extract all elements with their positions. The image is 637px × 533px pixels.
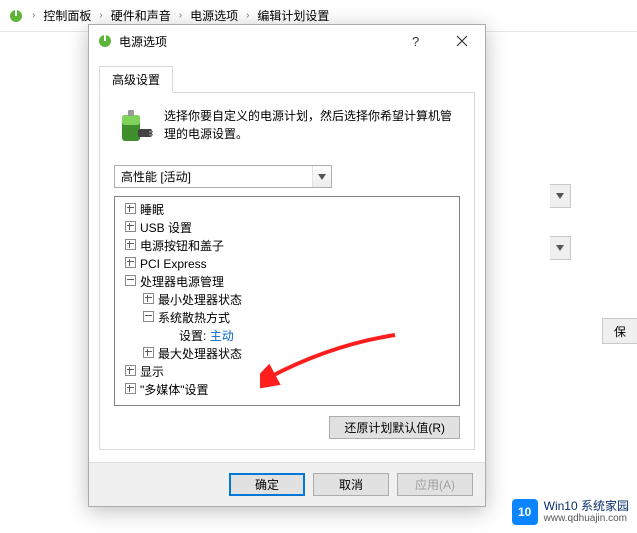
tree-node-usb[interactable]: USB 设置	[117, 219, 457, 237]
power-options-icon	[97, 33, 113, 49]
battery-plug-icon	[114, 107, 154, 147]
watermark-logo-icon: 10	[512, 499, 538, 525]
watermark: 10 Win10 系统家园 www.qdhuajin.com	[512, 499, 629, 525]
help-button[interactable]: ?	[393, 26, 439, 56]
breadcrumb-item[interactable]: 控制面板	[43, 7, 91, 24]
intro-row: 选择你要自定义的电源计划，然后选择你希望计算机管理的电源设置。	[114, 107, 460, 147]
tab-header: 高级设置	[99, 65, 475, 93]
collapse-icon[interactable]	[143, 311, 154, 322]
tree-node-display[interactable]: 显示	[117, 363, 457, 381]
chevron-right-icon: ›	[95, 10, 106, 21]
tree-node-min-state[interactable]: 最小处理器状态	[117, 291, 457, 309]
settings-tree[interactable]: 睡眠 USB 设置 电源按钮和盖子 PCI Express 处理器电源管理 最小…	[114, 196, 460, 406]
dialog-buttons: 确定 取消 应用(A)	[89, 462, 485, 506]
watermark-url: www.qdhuajin.com	[544, 513, 629, 524]
expand-icon[interactable]	[125, 203, 136, 214]
tab-advanced-settings[interactable]: 高级设置	[99, 66, 173, 93]
dialog-titlebar: 电源选项 ?	[89, 25, 485, 57]
chevron-right-icon: ›	[175, 10, 186, 21]
chevron-right-icon: ›	[242, 10, 253, 21]
expand-icon[interactable]	[125, 365, 136, 376]
expand-icon[interactable]	[125, 383, 136, 394]
expand-icon[interactable]	[143, 293, 154, 304]
tree-node-cooling-setting[interactable]: 设置: 主动	[117, 327, 457, 345]
expand-icon[interactable]	[125, 239, 136, 250]
cooling-setting-value[interactable]: 主动	[210, 329, 234, 343]
watermark-title: Win10 系统家园	[544, 500, 629, 513]
tree-node-max-state[interactable]: 最大处理器状态	[117, 345, 457, 363]
svg-text:?: ?	[412, 35, 419, 47]
tree-node-power-button[interactable]: 电源按钮和盖子	[117, 237, 457, 255]
chevron-down-icon	[312, 166, 331, 187]
power-plan-combo-value: 高性能 [活动]	[115, 168, 312, 185]
power-plan-icon	[8, 8, 24, 24]
ok-button[interactable]: 确定	[229, 473, 305, 496]
tree-node-cooling[interactable]: 系统散热方式	[117, 309, 457, 327]
dialog-title: 电源选项	[119, 33, 393, 50]
expand-icon[interactable]	[143, 347, 154, 358]
tree-node-pci[interactable]: PCI Express	[117, 255, 457, 273]
restore-defaults-button[interactable]: 还原计划默认值(R)	[329, 416, 460, 439]
tab-page: 选择你要自定义的电源计划，然后选择你希望计算机管理的电源设置。 高性能 [活动]…	[99, 93, 475, 450]
tree-node-multimedia[interactable]: "多媒体"设置	[117, 381, 457, 399]
breadcrumb-item[interactable]: 电源选项	[190, 7, 238, 24]
breadcrumb-item[interactable]: 编辑计划设置	[257, 7, 329, 24]
bg-dropdown-caret[interactable]	[550, 184, 571, 208]
intro-text: 选择你要自定义的电源计划，然后选择你希望计算机管理的电源设置。	[164, 107, 460, 147]
power-plan-combo[interactable]: 高性能 [活动]	[114, 165, 332, 188]
power-options-dialog: 电源选项 ? 高级设置 选择你要自定义的电源计划，然后选择你希望计算机管理的电源…	[88, 24, 486, 507]
close-button[interactable]	[439, 26, 485, 56]
cancel-button[interactable]: 取消	[313, 473, 389, 496]
apply-button[interactable]: 应用(A)	[397, 473, 473, 496]
expand-icon[interactable]	[125, 221, 136, 232]
tree-node-sleep[interactable]: 睡眠	[117, 201, 457, 219]
bg-dropdown-caret[interactable]	[550, 236, 571, 260]
breadcrumb-item[interactable]: 硬件和声音	[111, 7, 171, 24]
collapse-icon[interactable]	[125, 275, 136, 286]
expand-icon[interactable]	[125, 257, 136, 268]
tree-node-cpu-pm[interactable]: 处理器电源管理	[117, 273, 457, 291]
bg-save-button[interactable]: 保	[602, 318, 637, 344]
chevron-right-icon: ›	[28, 10, 39, 21]
